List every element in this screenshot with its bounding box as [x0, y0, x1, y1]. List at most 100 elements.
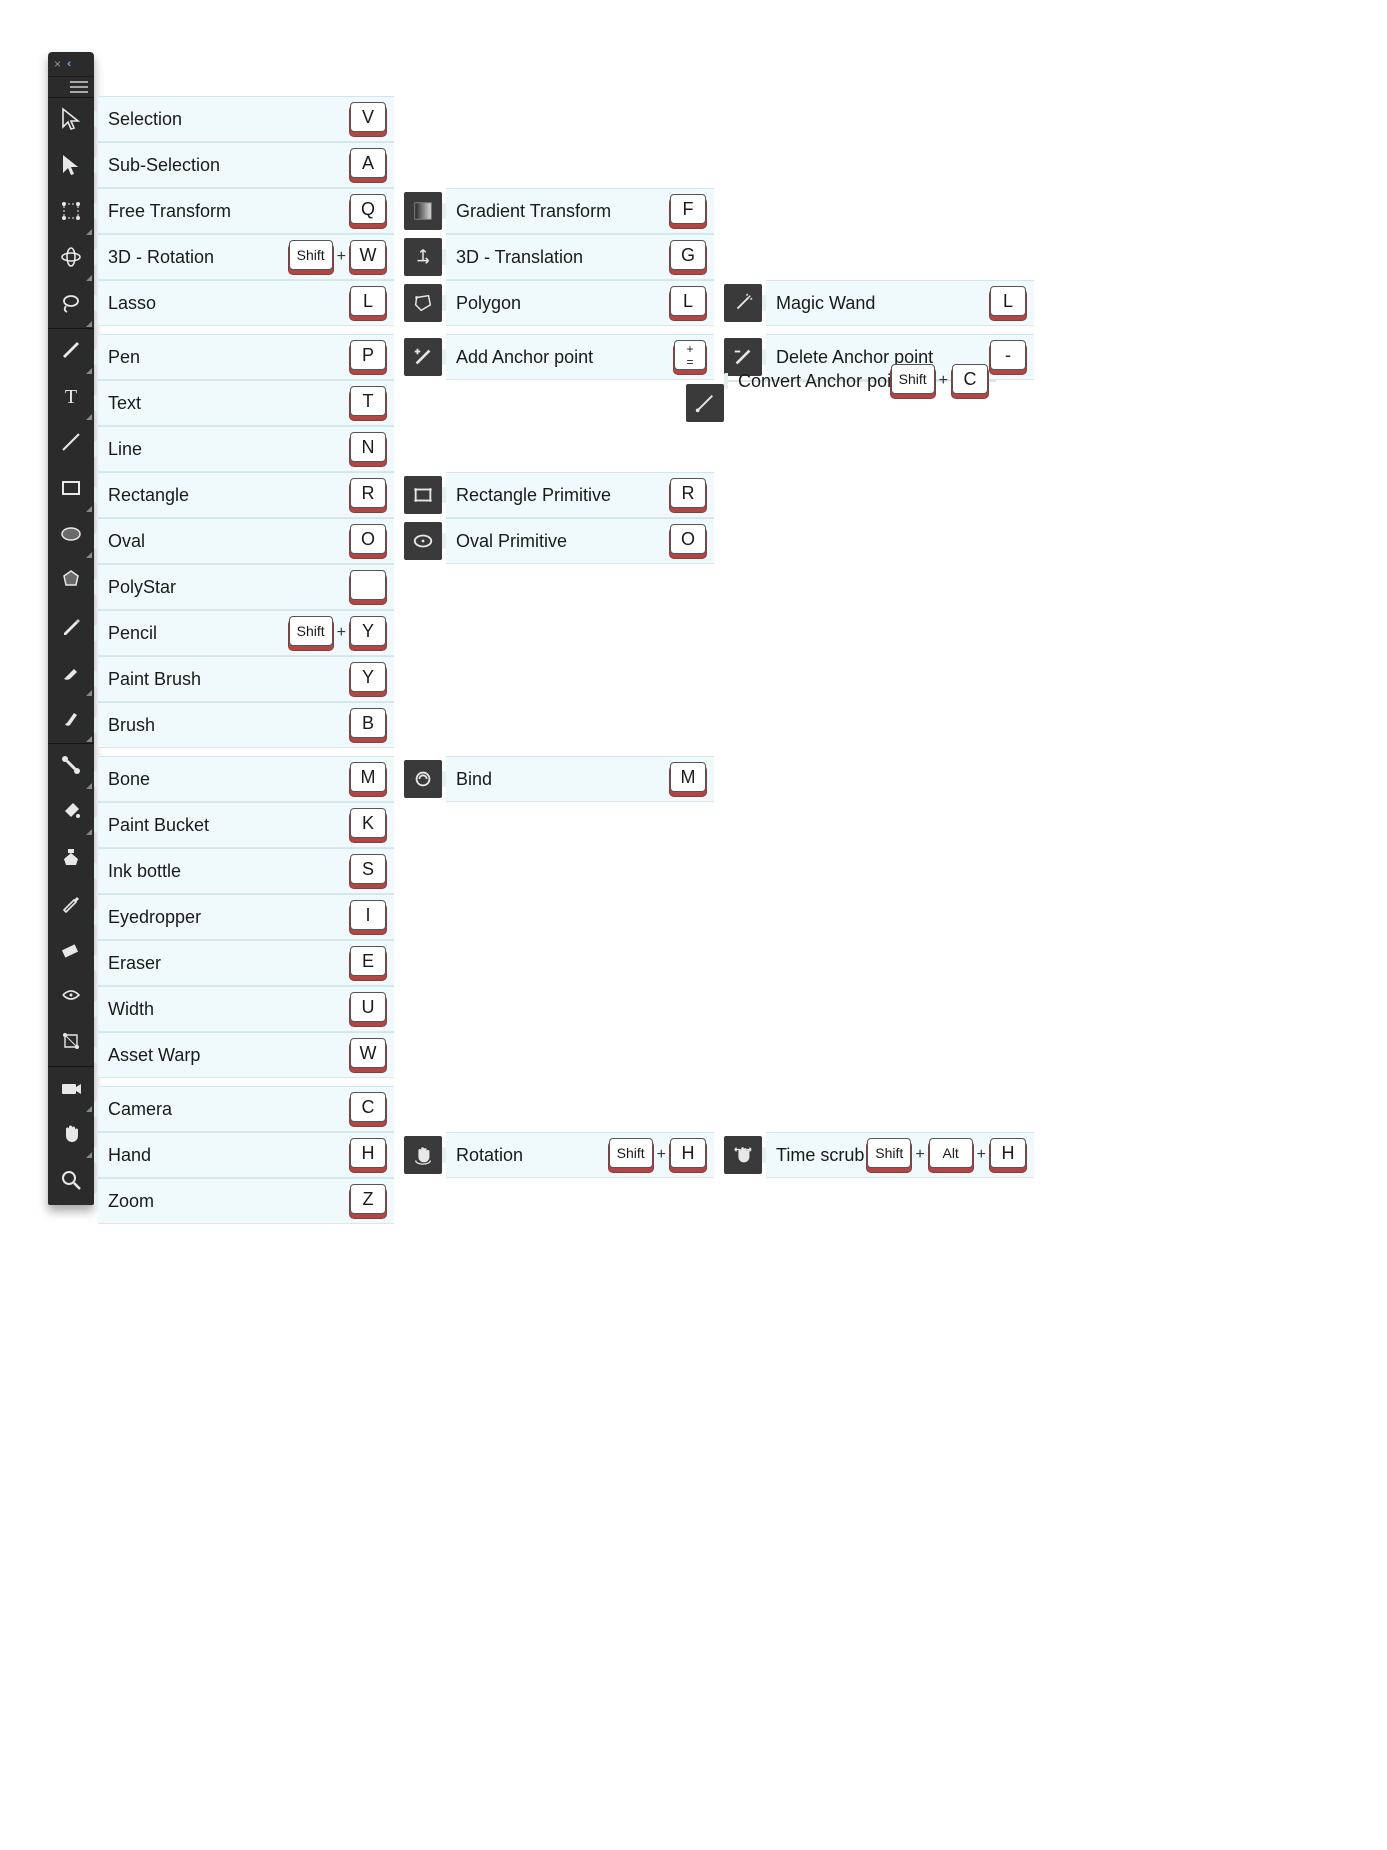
paint-brush-tool-button[interactable] [48, 651, 94, 697]
gradient-transform-alt-icon[interactable] [404, 192, 442, 230]
zoom-label-slot: Zoom [98, 1178, 342, 1224]
hand-shortcut: H [342, 1132, 394, 1178]
paint-bucket-shortcut: K [342, 802, 394, 848]
width-tool-button[interactable] [48, 974, 94, 1020]
eyedropper-icon [59, 891, 83, 920]
translation-3d-alt-icon[interactable] [404, 238, 442, 276]
hand-label: Hand [108, 1145, 151, 1166]
add-anchor-alt-icon[interactable] [404, 338, 442, 376]
line-tool-button[interactable] [48, 421, 94, 467]
kbd-key: V [350, 102, 386, 132]
selection-tool-button[interactable] [48, 98, 94, 144]
oval-primitive-alt-icon[interactable] [404, 522, 442, 560]
close-panel-icon[interactable]: × [54, 58, 61, 70]
hand-icon [59, 1122, 83, 1151]
paint-brush-row: Paint Brush Y [94, 656, 1034, 702]
camera-shortcut: C [342, 1086, 394, 1132]
lasso-shortcut: L [342, 280, 394, 326]
cursor-arrow-solid-icon [59, 153, 83, 182]
kbd-key: M [670, 762, 706, 792]
paint-bucket-tool-button[interactable] [48, 790, 94, 836]
oval-tool-button[interactable] [48, 513, 94, 559]
hand-tool-button[interactable] [48, 1113, 94, 1159]
rotation-3d-shortcut: Shift+W [342, 234, 394, 280]
asset-warp-tool-button[interactable] [48, 1020, 94, 1066]
rectangle-primitive-alt-icon[interactable] [404, 476, 442, 514]
translation-3d-label: 3D - Translation [456, 247, 583, 268]
text-label: Text [108, 393, 141, 414]
asset-warp-shortcut: W [342, 1032, 394, 1078]
camera-tool-button[interactable] [48, 1066, 94, 1113]
bind-label: Bind [456, 769, 492, 790]
pencil-tool-button[interactable] [48, 605, 94, 651]
line-shortcut: N [342, 426, 394, 472]
subselection-tool-button[interactable] [48, 144, 94, 190]
polystar-icon [59, 568, 83, 597]
panel-menu-icon[interactable] [70, 81, 88, 93]
more-tools-indicator-icon [86, 783, 92, 789]
free-transform-tool-button[interactable] [48, 190, 94, 236]
selection-row: SelectionV [94, 96, 1034, 142]
kbd-key: P [350, 340, 386, 370]
pencil-label: Pencil [108, 623, 157, 644]
pencil-row: PencilShift+Y [94, 610, 1034, 656]
pen-shortcut: P [342, 334, 394, 380]
zoom-icon [59, 1168, 83, 1197]
lasso-tool-button[interactable] [48, 282, 94, 328]
kbd-modifier-shift: Shift [891, 364, 935, 394]
kbd-key: W [350, 1038, 386, 1068]
kbd-key: L [350, 286, 386, 316]
paint-brush-icon [59, 660, 83, 689]
text-tool-button[interactable] [48, 375, 94, 421]
rotation-3d-row: 3D - RotationShift+W 3D - TranslationG [94, 234, 1034, 280]
bind-label-slot: Bind [446, 756, 662, 802]
kbd-modifier-shift: Shift [289, 616, 333, 646]
kbd-key: Q [350, 194, 386, 224]
oval-primitive-label-slot: Oval Primitive [446, 518, 662, 564]
more-tools-indicator-icon [86, 829, 92, 835]
free-transform-row: Free TransformQ Gradient TransformF [94, 188, 1034, 234]
brush-row: BrushB [94, 702, 1034, 748]
collapse-panel-icon[interactable]: ‹‹ [67, 58, 68, 70]
asset-warp-icon [59, 1029, 83, 1058]
polygon-lasso-alt-icon[interactable] [404, 284, 442, 322]
kbd-key: H [670, 1138, 706, 1168]
bind-alt-icon[interactable] [404, 760, 442, 798]
bone-label-slot: Bone [98, 756, 342, 802]
kbd-key: Y [350, 662, 386, 692]
oval-label-slot: Oval [98, 518, 342, 564]
bone-row: BoneM BindM [94, 756, 1034, 802]
convert-anchor-alt-icon[interactable] [686, 384, 724, 422]
rotation-3d-tool-button[interactable] [48, 236, 94, 282]
toolbar-panel: × ‹‹ [48, 52, 94, 1205]
polystar-tool-button[interactable] [48, 559, 94, 605]
rectangle-primitive-label: Rectangle Primitive [456, 485, 611, 506]
paint-brush-label-slot: Paint Brush [98, 656, 342, 702]
rectangle-tool-button[interactable] [48, 467, 94, 513]
kbd-key: C [350, 1092, 386, 1122]
kbd-key: O [350, 524, 386, 554]
eyedropper-label-slot: Eyedropper [98, 894, 342, 940]
add-anchor-label-slot: Add Anchor point [446, 334, 662, 380]
magic-wand-alt-icon[interactable] [724, 284, 762, 322]
eraser-tool-button[interactable] [48, 928, 94, 974]
convert-anchor-label: Convert Anchor point [738, 371, 906, 392]
brush-tool-button[interactable] [48, 697, 94, 743]
zoom-tool-button[interactable] [48, 1159, 94, 1205]
kbd-modifier-shift: Shift [289, 240, 333, 270]
kbd-modifier-shift: Shift [867, 1138, 911, 1168]
polygon-lasso-label-slot: Polygon [446, 280, 662, 326]
time-scrub-alt-icon[interactable] [724, 1136, 762, 1174]
ink-bottle-tool-button[interactable] [48, 836, 94, 882]
pen-tool-button[interactable] [48, 328, 94, 375]
rotation-view-alt-icon[interactable] [404, 1136, 442, 1174]
translation-3d-label-slot: 3D - Translation [446, 234, 662, 280]
oval-icon [59, 522, 83, 551]
rectangle-row: RectangleR Rectangle PrimitiveR [94, 472, 1034, 518]
kbd-key: H [990, 1138, 1026, 1168]
bind-shortcut: M [662, 756, 714, 802]
bone-tool-button[interactable] [48, 743, 94, 790]
time-scrub-shortcut: Shift+Alt+H [982, 1132, 1034, 1178]
more-tools-indicator-icon [86, 552, 92, 558]
eyedropper-tool-button[interactable] [48, 882, 94, 928]
